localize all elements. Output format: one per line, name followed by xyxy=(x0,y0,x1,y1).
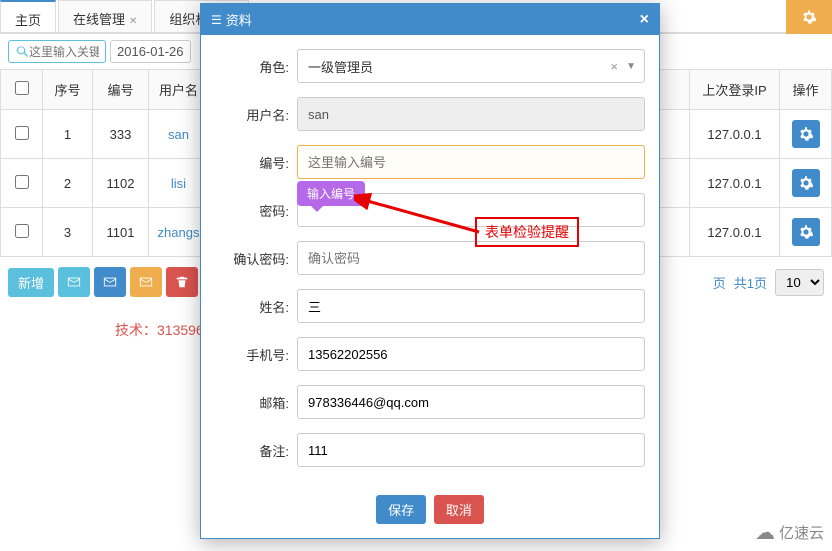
cancel-button[interactable]: 取消 xyxy=(434,495,484,524)
role-select[interactable]: 一级管理员 × ▼ xyxy=(297,49,645,83)
cell-seq: 3 xyxy=(43,208,93,257)
gear-icon xyxy=(802,10,816,24)
confirm-password-field[interactable] xyxy=(297,241,645,275)
col-seq: 序号 xyxy=(43,70,93,110)
cell-ip: 127.0.0.1 xyxy=(690,208,780,257)
name-label: 姓名: xyxy=(215,297,289,316)
save-button[interactable]: 保存 xyxy=(376,495,426,524)
cell-ip: 127.0.0.1 xyxy=(690,159,780,208)
cell-code: 1101 xyxy=(93,208,149,257)
confirm-label: 确认密码: xyxy=(215,249,289,268)
clear-icon[interactable]: × xyxy=(610,59,618,74)
cell-ip: 127.0.0.1 xyxy=(690,110,780,159)
envelope-icon xyxy=(139,275,153,289)
brand-text: 亿速云 xyxy=(779,522,824,543)
tab-home[interactable]: 主页 xyxy=(0,0,56,32)
chevron-down-icon[interactable]: ▼ xyxy=(626,61,636,72)
modal-dialog: ☰ 资料 × 角色: 一级管理员 × ▼ 用户名: 编号: 输入编号 密码: xyxy=(200,3,660,539)
cell-code: 333 xyxy=(93,110,149,159)
close-icon[interactable]: ✕ xyxy=(129,16,137,27)
remark-field[interactable] xyxy=(297,433,645,467)
modal-header: ☰ 资料 × xyxy=(201,4,659,35)
search-box[interactable] xyxy=(8,40,106,63)
add-button[interactable]: 新增 xyxy=(8,268,54,297)
mail-button-1[interactable] xyxy=(58,267,90,297)
password-label: 密码: xyxy=(215,201,289,220)
page-size-select[interactable]: 10 xyxy=(775,269,824,296)
pager-total: 共1页 xyxy=(734,273,767,292)
modal-footer: 保存 取消 xyxy=(201,487,659,538)
col-ops: 操作 xyxy=(780,70,832,110)
gear-icon xyxy=(799,127,813,141)
select-all-checkbox[interactable] xyxy=(15,81,29,95)
annotation-box: 表单检验提醒 xyxy=(475,217,579,247)
cloud-icon: ☁ xyxy=(755,520,775,545)
row-settings-button[interactable] xyxy=(792,218,820,246)
email-field[interactable] xyxy=(297,385,645,419)
role-label: 角色: xyxy=(215,57,289,76)
remark-label: 备注: xyxy=(215,441,289,460)
cell-seq: 2 xyxy=(43,159,93,208)
col-ip: 上次登录IP xyxy=(690,70,780,110)
tab-label: 在线管理 xyxy=(73,12,125,27)
user-link[interactable]: lisi xyxy=(171,176,186,191)
annotation-arrow xyxy=(354,192,484,242)
username-label: 用户名: xyxy=(215,105,289,124)
tab-label: 主页 xyxy=(15,13,41,28)
brand-logo: ☁ 亿速云 xyxy=(755,520,824,545)
delete-button[interactable] xyxy=(166,267,198,297)
tab-online[interactable]: 在线管理 ✕ xyxy=(58,0,152,32)
search-icon xyxy=(15,45,29,59)
cell-seq: 1 xyxy=(43,110,93,159)
close-icon[interactable]: × xyxy=(640,11,649,29)
settings-button[interactable] xyxy=(786,0,832,34)
code-field[interactable] xyxy=(297,145,645,179)
row-checkbox[interactable] xyxy=(15,126,29,140)
envelope-icon xyxy=(67,275,81,289)
role-value: 一级管理员 xyxy=(308,57,373,76)
user-link[interactable]: san xyxy=(168,127,189,142)
pager-page[interactable]: 页 xyxy=(713,273,726,292)
row-checkbox[interactable] xyxy=(15,224,29,238)
phone-label: 手机号: xyxy=(215,345,289,364)
modal-body: 角色: 一级管理员 × ▼ 用户名: 编号: 输入编号 密码: 确认密码: xyxy=(201,35,659,487)
username-field xyxy=(297,97,645,131)
trash-icon xyxy=(175,275,189,289)
list-icon: ☰ xyxy=(211,13,222,27)
row-checkbox[interactable] xyxy=(15,175,29,189)
gear-icon xyxy=(799,176,813,190)
email-label: 邮箱: xyxy=(215,393,289,412)
cell-code: 1102 xyxy=(93,159,149,208)
mail-button-3[interactable] xyxy=(130,267,162,297)
gear-icon xyxy=(799,225,813,239)
pager: 页 共1页 10 xyxy=(713,269,824,296)
row-settings-button[interactable] xyxy=(792,120,820,148)
row-settings-button[interactable] xyxy=(792,169,820,197)
modal-title: 资料 xyxy=(226,10,252,29)
phone-field[interactable] xyxy=(297,337,645,371)
user-link[interactable]: zhangs xyxy=(158,225,200,240)
col-code: 编号 xyxy=(93,70,149,110)
name-field[interactable] xyxy=(297,289,645,323)
date-from[interactable]: 2016-01-26 xyxy=(110,40,191,63)
mail-button-2[interactable] xyxy=(94,267,126,297)
code-label: 编号: xyxy=(215,153,289,172)
envelope-icon xyxy=(103,275,117,289)
search-input[interactable] xyxy=(29,45,99,59)
